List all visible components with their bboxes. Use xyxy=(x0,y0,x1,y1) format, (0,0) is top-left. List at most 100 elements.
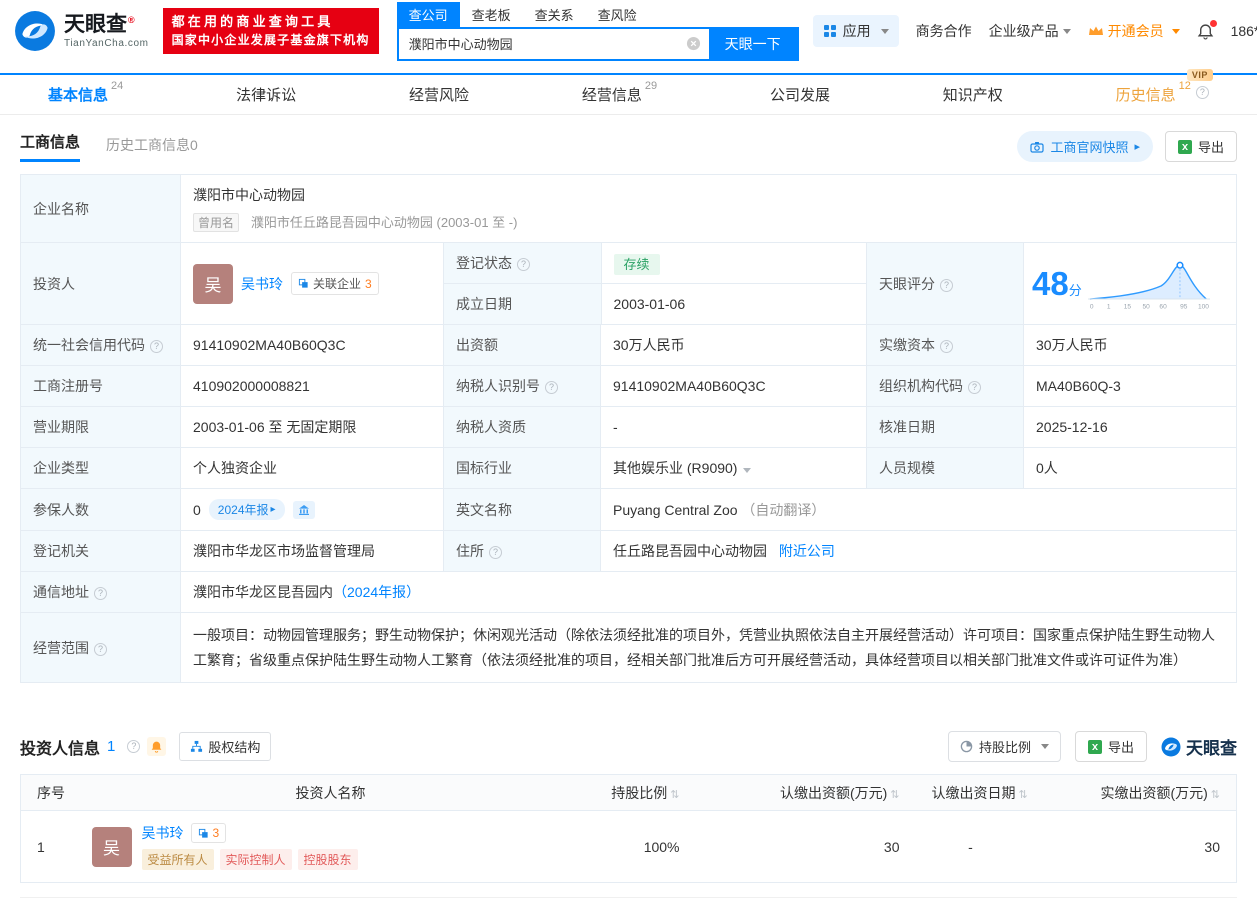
search-box: 天眼一下 xyxy=(397,27,799,61)
apps-grid-icon xyxy=(823,24,837,38)
column-header-subscribed[interactable]: 认缴出资额(万元) xyxy=(696,775,916,811)
sub-tabs: 工商信息 历史工商信息0 xyxy=(20,131,198,162)
help-icon[interactable] xyxy=(489,546,502,559)
tag-controlling-shareholder[interactable]: 控股股东 xyxy=(298,849,358,870)
monitor-bell-icon[interactable] xyxy=(147,737,166,756)
investors-title: 投资人信息 xyxy=(20,735,100,759)
user-phone[interactable]: 186*... xyxy=(1231,23,1257,39)
score-distribution-chart: 0 1 15 50 60 95 100 xyxy=(1088,252,1210,316)
tab-operation-risk[interactable]: 经营风险 xyxy=(409,84,469,105)
svg-text:50: 50 xyxy=(1142,303,1150,310)
field-value: 濮阳市华龙区市场监督管理局 xyxy=(181,531,444,572)
mail-address-cell: 濮阳市华龙区昆吾园内（2024年报） xyxy=(181,572,1237,613)
tab-operation-info[interactable]: 经营信息29 xyxy=(582,84,657,105)
former-name: 濮阳市任丘路昆吾园中心动物园 (2003-01 至 -) xyxy=(251,215,518,230)
tab-basic-info[interactable]: 基本信息24 xyxy=(48,84,123,105)
industry-value[interactable]: 其他娱乐业 (R9090) xyxy=(601,448,867,489)
tab-company-development[interactable]: 公司发展 xyxy=(770,84,830,105)
tab-history-info[interactable]: VIP 历史信息 12 xyxy=(1116,84,1209,105)
official-snapshot-button[interactable]: 工商官网快照 xyxy=(1017,131,1153,162)
related-label: 关联企业 xyxy=(313,275,361,292)
section-head: 工商信息 历史工商信息0 工商官网快照 导出 xyxy=(20,131,1237,162)
caret-down-icon xyxy=(881,29,889,34)
former-name-line: 曾用名 濮阳市任丘路昆吾园中心动物园 (2003-01 至 -) xyxy=(193,212,1224,232)
help-icon[interactable] xyxy=(940,340,953,353)
equity-structure-button[interactable]: 股权结构 xyxy=(179,732,271,761)
annual-report-link[interactable]: （2024年报） xyxy=(333,584,420,600)
tag-actual-controller[interactable]: 实际控制人 xyxy=(220,849,292,870)
subscribed-date: - xyxy=(916,811,1026,883)
field-value: MA40B60Q-3 xyxy=(1024,366,1237,407)
svg-text:15: 15 xyxy=(1124,303,1132,310)
tab-intellectual-property[interactable]: 知识产权 xyxy=(943,84,1003,105)
investor-name-link[interactable]: 吴书玲 xyxy=(142,823,184,843)
search-tab-boss[interactable]: 查老板 xyxy=(460,2,523,27)
row-index: 1 xyxy=(21,811,76,883)
nav-business-cooperation[interactable]: 商务合作 xyxy=(916,21,972,41)
tab-count: 12 xyxy=(1179,80,1191,92)
crown-icon xyxy=(1088,25,1104,37)
vip-label: 开通会员 xyxy=(1108,21,1164,41)
help-icon[interactable] xyxy=(150,340,163,353)
nearby-companies-link[interactable]: 附近公司 xyxy=(779,543,835,559)
subtab-count: 0 xyxy=(190,137,198,153)
column-header-index: 序号 xyxy=(21,775,76,811)
avatar[interactable]: 吴 xyxy=(92,827,132,867)
field-value: 2003-01-06 至 无固定期限 xyxy=(181,407,444,448)
annual-report-chip[interactable]: 2024年报 xyxy=(209,499,285,520)
svg-text:95: 95 xyxy=(1180,303,1188,310)
tab-legal-proceedings[interactable]: 法律诉讼 xyxy=(236,84,296,105)
field-label: 英文名称 xyxy=(444,489,601,531)
tag-beneficial-owner[interactable]: 受益所有人 xyxy=(142,849,214,870)
investors-table: 序号 投资人名称 持股比例 认缴出资额(万元) 认缴出资日期 实缴出资额(万元)… xyxy=(20,774,1237,883)
investors-count: 1 xyxy=(107,738,115,755)
field-value: 0人 xyxy=(1024,448,1237,489)
help-icon[interactable] xyxy=(94,587,107,600)
holdings-chip[interactable]: 3 xyxy=(191,823,227,843)
notification-bell-icon[interactable] xyxy=(1197,23,1214,40)
column-header-paid[interactable]: 实缴出资额(万元) xyxy=(1026,775,1237,811)
field-value: 91410902MA40B60Q3C xyxy=(601,366,867,407)
tianyancha-logo[interactable]: 天眼查® TianYanCha.com xyxy=(14,10,149,52)
related-companies-chip[interactable]: 关联企业 3 xyxy=(291,272,379,295)
caret-down-icon xyxy=(1041,744,1049,749)
avatar[interactable]: 吴 xyxy=(193,264,233,304)
table-row: 企业类型 个人独资企业 国标行业 其他娱乐业 (R9090) 人员规模 0人 xyxy=(21,448,1237,489)
search-tab-relation[interactable]: 查关系 xyxy=(523,2,586,27)
help-icon[interactable] xyxy=(545,381,558,394)
search-tab-company[interactable]: 查公司 xyxy=(397,2,460,27)
section-divider xyxy=(20,897,1237,907)
investor-name-link[interactable]: 吴书玲 xyxy=(241,274,283,294)
help-icon[interactable] xyxy=(940,279,953,292)
help-icon[interactable] xyxy=(94,643,107,656)
ratio-filter-dropdown[interactable]: 持股比例 xyxy=(948,731,1061,762)
field-label: 经营范围 xyxy=(21,613,181,683)
search-tab-risk[interactable]: 查风险 xyxy=(586,2,649,27)
export-button[interactable]: 导出 xyxy=(1165,131,1237,162)
column-header-date[interactable]: 认缴出资日期 xyxy=(916,775,1026,811)
nav-vip-upgrade[interactable]: 开通会员 xyxy=(1088,21,1180,41)
tab-label: 经营风险 xyxy=(409,84,469,105)
search-input[interactable] xyxy=(399,36,686,51)
nav-enterprise-products[interactable]: 企业级产品 xyxy=(989,21,1071,41)
clear-icon[interactable] xyxy=(686,36,701,51)
search-tabs: 查公司 查老板 查关系 查风险 xyxy=(397,2,799,27)
subtab-business-registration[interactable]: 工商信息 xyxy=(20,131,80,162)
investors-export-button[interactable]: 导出 xyxy=(1075,731,1147,762)
apps-menu[interactable]: 应用 xyxy=(813,15,899,47)
column-header-ratio[interactable]: 持股比例 xyxy=(586,775,696,811)
table-row: 通信地址 濮阳市华龙区昆吾园内（2024年报） xyxy=(21,572,1237,613)
help-icon[interactable] xyxy=(517,258,530,271)
field-label: 参保人数 xyxy=(21,489,181,531)
search-button[interactable]: 天眼一下 xyxy=(709,29,797,59)
org-chart-icon xyxy=(190,740,203,753)
help-icon[interactable] xyxy=(127,740,140,753)
social-insurance-icon[interactable] xyxy=(293,501,315,519)
field-label: 出资额 xyxy=(444,325,601,366)
field-label: 实缴资本 xyxy=(867,325,1024,366)
subtab-history-registration[interactable]: 历史工商信息0 xyxy=(106,135,198,162)
field-value: 410902000008821 xyxy=(181,366,444,407)
business-info-table: 企业名称 濮阳市中心动物园 曾用名 濮阳市任丘路昆吾园中心动物园 (2003-0… xyxy=(20,174,1237,683)
table-row: 营业期限 2003-01-06 至 无固定期限 纳税人资质 - 核准日期 202… xyxy=(21,407,1237,448)
help-icon[interactable] xyxy=(968,381,981,394)
